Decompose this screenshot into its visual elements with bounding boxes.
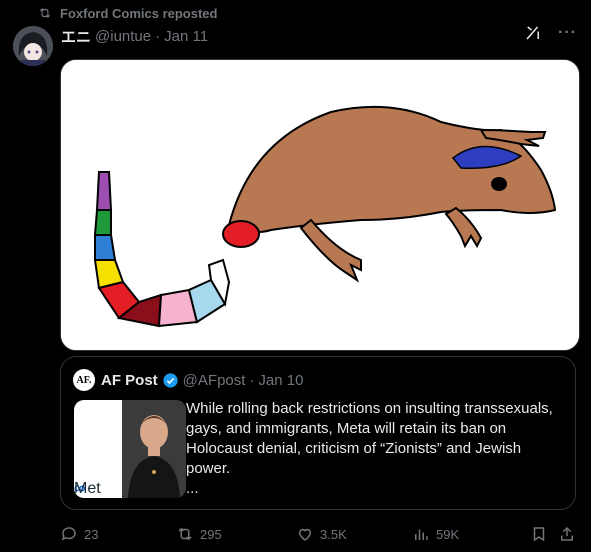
lizard-drawing	[61, 60, 579, 350]
reply-count: 23	[84, 526, 99, 542]
repost-icon	[178, 527, 192, 541]
views-icon	[415, 529, 428, 540]
meta-logo-panel: ∞ Met	[74, 400, 122, 498]
repost-indicator[interactable]: Foxford Comics reposted	[38, 4, 217, 22]
quote-author-name[interactable]: AF Post	[101, 372, 158, 389]
quote-date[interactable]: Jan 10	[258, 372, 303, 389]
post-image[interactable]	[60, 59, 580, 351]
meta-wordmark: Met	[74, 480, 101, 497]
repost-count: 295	[200, 526, 222, 542]
views-button[interactable]: 59K	[412, 525, 459, 543]
heart-icon	[298, 528, 312, 541]
bookmark-button[interactable]	[530, 525, 548, 543]
quote-avatar-text: AF.	[76, 374, 92, 386]
quoted-post[interactable]: AF. AF Post @AFpost · Jan 10 ∞ Met While …	[60, 356, 576, 510]
repost-button[interactable]: 295	[176, 525, 222, 543]
quote-text: While rolling back restrictions on insul…	[186, 399, 566, 499]
avatar[interactable]	[13, 26, 53, 66]
author-handle[interactable]: @iuntue	[95, 28, 151, 45]
share-icon	[561, 526, 573, 541]
author-name[interactable]: エニ	[61, 26, 91, 47]
separator: ·	[249, 371, 255, 389]
quote-header: AF. AF Post @AFpost · Jan 10	[73, 369, 303, 391]
grok-icon[interactable]	[524, 24, 542, 42]
bookmark-icon	[533, 527, 545, 542]
quote-author-handle[interactable]: @AFpost	[183, 372, 246, 389]
action-bar: 23 295 3.5K 59K	[60, 522, 580, 546]
repost-icon	[39, 8, 51, 18]
view-count: 59K	[436, 526, 460, 542]
like-count: 3.5K	[320, 526, 347, 542]
reply-button[interactable]: 23	[60, 525, 98, 543]
more-icon[interactable]: ···	[558, 24, 577, 42]
quote-ellipsis: ...	[186, 480, 199, 497]
post-header: エニ @iuntue · Jan 11	[61, 26, 208, 46]
quote-body: While rolling back restrictions on insul…	[186, 400, 553, 477]
reply-icon	[61, 527, 76, 541]
verified-badge-icon	[163, 372, 178, 388]
repost-text: Foxford Comics reposted	[60, 5, 218, 21]
share-button[interactable]	[558, 525, 576, 543]
post-header-actions: ···	[524, 24, 577, 42]
post-date[interactable]: Jan 11	[164, 28, 208, 45]
quote-thumbnail[interactable]: ∞ Met	[74, 400, 186, 498]
separator: ·	[155, 27, 161, 45]
quote-avatar[interactable]: AF.	[73, 369, 95, 391]
person-photo	[122, 400, 186, 498]
like-button[interactable]: 3.5K	[296, 525, 347, 543]
